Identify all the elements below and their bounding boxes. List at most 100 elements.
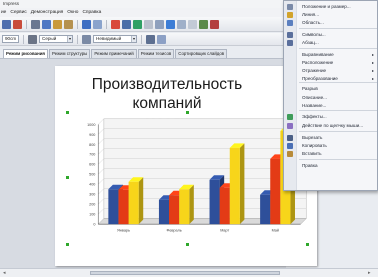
chart-icon[interactable] (111, 19, 120, 29)
menu-separator (299, 131, 377, 132)
menu-item-help[interactable]: Справка (82, 10, 101, 15)
context-menu-item[interactable]: Положение и размер... (284, 3, 378, 11)
context-menu-item[interactable]: Разрыв (284, 85, 378, 93)
bar-chart[interactable]: 0 100 200 300 400 500 600 700 800 900 1000 Январь Фе… (70, 118, 310, 240)
bar (219, 187, 230, 225)
bar (229, 147, 240, 225)
context-menu-item-label: Выравнивание (302, 52, 334, 57)
slide-layout-icon[interactable] (210, 19, 219, 29)
context-menu-item[interactable]: Название... (284, 102, 378, 110)
helplines-icon[interactable] (188, 19, 197, 29)
undo-icon[interactable] (82, 19, 91, 29)
zoom-combo[interactable]: 90cm (2, 35, 19, 43)
context-menu-item-label: Действие по щелчку мыши... (302, 123, 364, 128)
context-menu-item-label: Эффекты... (302, 114, 327, 119)
context-menu-item[interactable]: Расположение ▸ (284, 59, 378, 67)
menu-separator (299, 159, 377, 160)
context-menu-item[interactable]: Вырезать (284, 134, 378, 142)
context-menu-item-label: Копировать (302, 143, 327, 148)
context-menu-item[interactable]: Символы... (284, 31, 378, 39)
fill-combo[interactable]: Невидимый ▾ (93, 35, 137, 43)
position-size-icon (287, 4, 293, 10)
tab-handout[interactable]: Режим тезисов (137, 49, 175, 58)
character-icon (287, 32, 293, 38)
context-menu-item-label: Расположение (302, 60, 334, 65)
autospell-icon[interactable] (13, 19, 22, 29)
line-style-icon[interactable] (28, 34, 37, 44)
tab-notes[interactable]: Режим примечаний (91, 49, 137, 58)
copy-icon (287, 143, 293, 149)
format-paintbrush-icon[interactable] (64, 19, 73, 29)
help-icon[interactable] (166, 19, 175, 29)
selection-handle-br[interactable] (306, 243, 309, 246)
context-menu-item[interactable]: Абзац... (284, 39, 378, 47)
bar (260, 194, 271, 225)
shadow-icon[interactable] (146, 34, 155, 44)
context-menu-item-label: Символы... (302, 32, 326, 37)
tab-slide-sorter[interactable]: Сортировщик слайдов (175, 49, 228, 58)
context-menu-item[interactable]: Выравнивание ▸ (284, 51, 378, 59)
navigator-icon[interactable] (133, 19, 142, 29)
effects-icon[interactable] (199, 19, 208, 29)
display-grid-icon[interactable] (177, 19, 186, 29)
menu-item-view[interactable]: ие (1, 10, 6, 15)
context-menu-item[interactable]: Линия... (284, 11, 378, 19)
area-icon (287, 20, 293, 26)
menu-item-window[interactable]: Окно (67, 10, 78, 15)
menu-separator (299, 82, 377, 83)
tab-outline[interactable]: Режим структуры (48, 49, 91, 58)
fill-icon[interactable] (82, 34, 91, 44)
y-tick-label: 100 (89, 213, 95, 217)
y-tick-label: 0 (93, 223, 95, 227)
horizontal-scrollbar[interactable]: ◂ ▸ (0, 268, 378, 277)
context-menu-item[interactable]: Копировать (284, 142, 378, 150)
x-tick-label: Февраль (166, 229, 181, 233)
menu-separator (299, 28, 377, 29)
scroll-left-icon[interactable]: ◂ (3, 270, 6, 276)
context-menu-item-label: Вставить (302, 151, 322, 156)
zoom-icon[interactable] (155, 19, 164, 29)
cut-icon[interactable] (31, 19, 40, 29)
context-menu-item[interactable]: Действие по щелчку мыши... (284, 122, 378, 130)
line-color-combo[interactable]: Серый ▾ (39, 35, 73, 43)
area-icon[interactable] (157, 34, 166, 44)
interaction-icon (287, 123, 293, 129)
selection-handle-bm[interactable] (186, 243, 189, 246)
context-menu-item[interactable]: Правка (284, 162, 378, 170)
gridline-depth (98, 168, 105, 175)
context-menu-item[interactable]: Область... (284, 19, 378, 27)
menu-item-tools[interactable]: Сервис (10, 10, 26, 15)
y-tick-label: 900 (89, 133, 95, 137)
bar (179, 189, 190, 225)
bar (118, 189, 129, 225)
scrollbar-thumb[interactable] (90, 271, 280, 275)
context-menu-item[interactable]: Эффекты... (284, 113, 378, 121)
scroll-right-icon[interactable]: ▸ (368, 270, 371, 276)
bar-side (189, 184, 194, 225)
gridline-depth (98, 118, 105, 125)
y-tick-label: 500 (89, 173, 95, 177)
paste-icon[interactable] (53, 19, 62, 29)
menu-item-slideshow[interactable]: Демонстрация (31, 10, 64, 15)
copy-icon[interactable] (42, 19, 51, 29)
context-menu-item[interactable]: Вставить (284, 150, 378, 158)
menu-separator (299, 110, 377, 111)
context-menu-item[interactable]: Описание... (284, 94, 378, 102)
selection-handle-ml[interactable] (66, 176, 69, 179)
slide-title-line1: Производительность компаний (91, 76, 243, 112)
context-menu-item-label: Отражение (302, 68, 327, 73)
selection-handle-tm[interactable] (186, 111, 189, 114)
y-tick-label: 700 (89, 153, 95, 157)
y-tick-label: 400 (89, 183, 95, 187)
spellcheck-icon[interactable] (2, 19, 11, 29)
cut-icon (287, 135, 293, 141)
selection-handle-tl[interactable] (66, 111, 69, 114)
redo-icon[interactable] (93, 19, 102, 29)
gallery-icon[interactable] (144, 19, 153, 29)
context-menu-item-label: Вырезать (302, 135, 323, 140)
context-menu-item[interactable]: Отражение ▸ (284, 67, 378, 75)
gridline-depth (98, 188, 105, 195)
table-icon[interactable] (122, 19, 131, 29)
selection-handle-bl[interactable] (66, 243, 69, 246)
tab-drawing[interactable]: Режим рисования (3, 49, 48, 58)
